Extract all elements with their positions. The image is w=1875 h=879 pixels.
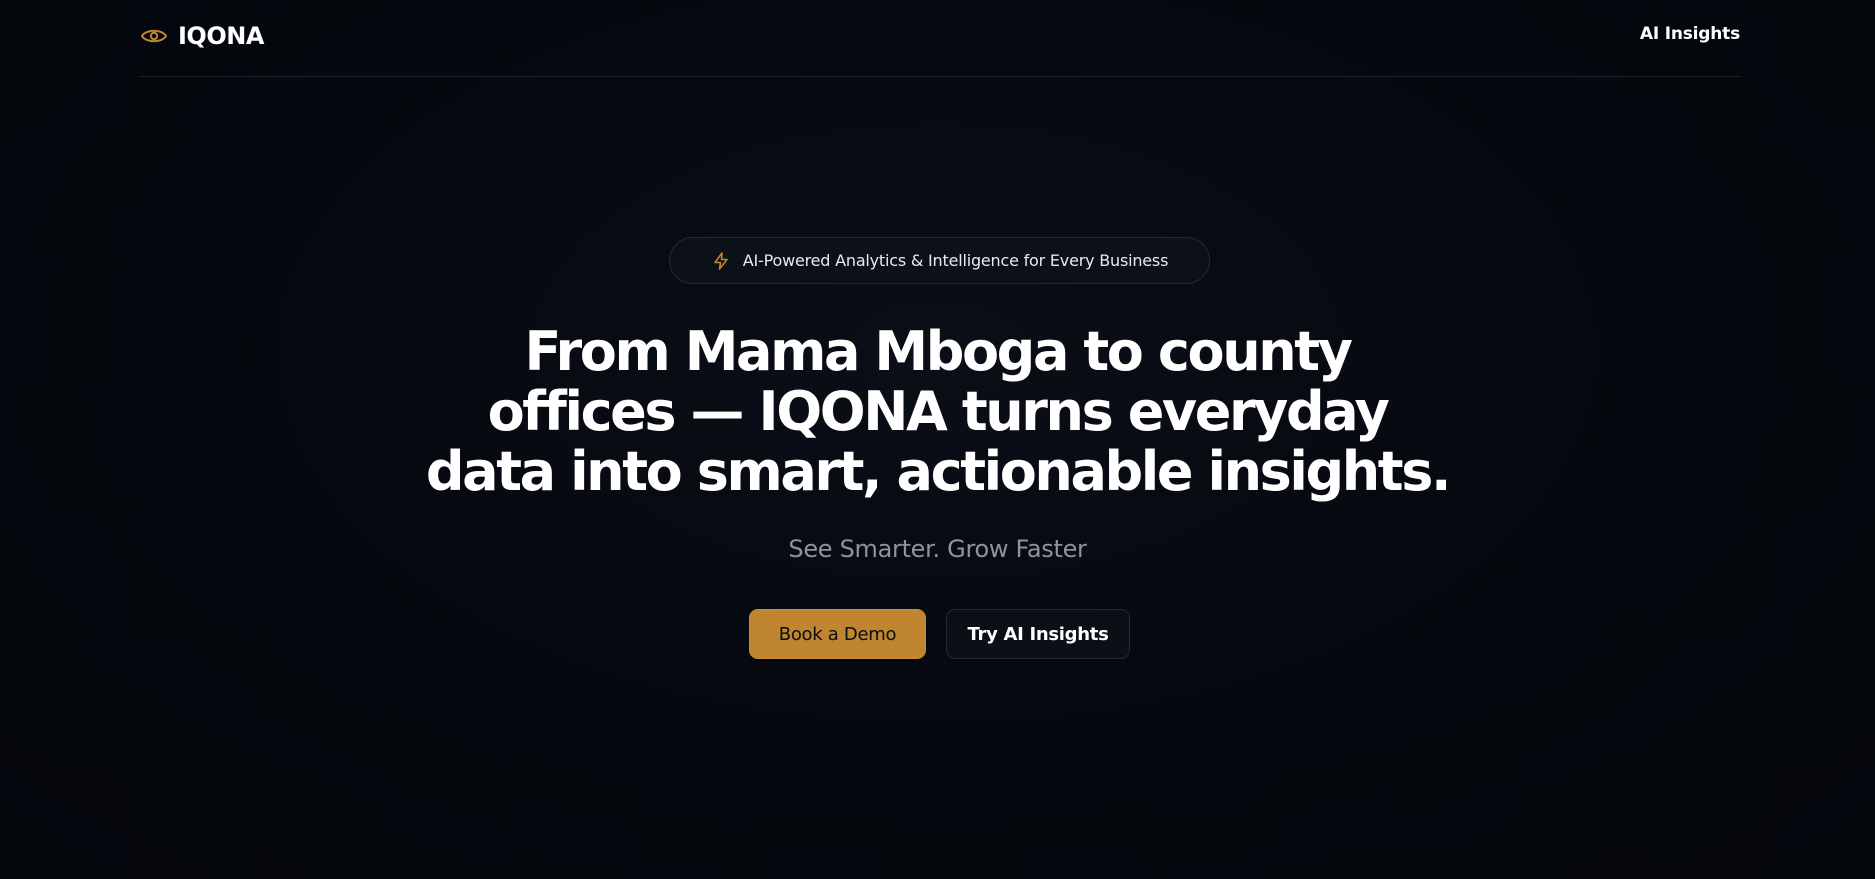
try-ai-insights-button[interactable]: Try AI Insights [946, 609, 1130, 659]
book-demo-button[interactable]: Book a Demo [749, 609, 926, 659]
landing-page: IQONA AI Insights AI-Powered Analytics &… [0, 0, 1875, 879]
eye-icon [140, 26, 168, 46]
brand-logo[interactable]: IQONA [140, 20, 264, 52]
brand-name: IQONA [178, 22, 264, 50]
headline-line: offices — IQONA turns everyday [487, 380, 1390, 443]
hero-subtitle: See Smarter. Grow Faster [788, 535, 1087, 563]
hero-badge: AI-Powered Analytics & Intelligence for … [669, 237, 1210, 284]
lightning-icon [711, 251, 731, 271]
nav-link-ai-insights[interactable]: AI Insights [1640, 24, 1740, 44]
headline-line: data into smart, actionable insights. [425, 440, 1452, 503]
badge-text: AI-Powered Analytics & Intelligence for … [742, 251, 1169, 270]
headline-line: From Mama Mboga to county [524, 320, 1352, 383]
top-navbar: IQONA AI Insights [140, 0, 1740, 77]
hero-headline: From Mama Mboga to county offices — IQON… [300, 322, 1575, 502]
